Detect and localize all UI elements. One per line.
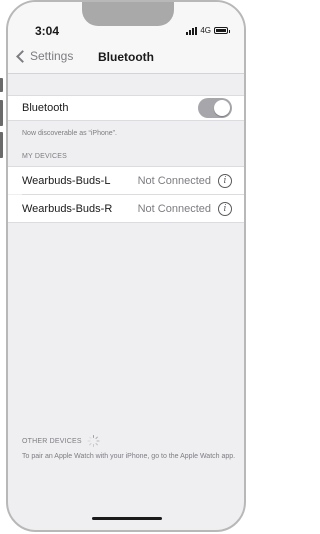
mute-switch	[0, 78, 3, 92]
home-indicator[interactable]	[92, 517, 162, 520]
device-name: Wearbuds-Buds-R	[22, 202, 113, 215]
phone-frame: 3:04 4G Settings Bluetooth Bluetooth Now…	[6, 0, 246, 532]
device-status: Not Connected	[137, 202, 211, 215]
status-indicators: 4G	[186, 26, 230, 35]
info-icon[interactable]: i	[218, 173, 232, 188]
apple-watch-footnote: To pair an Apple Watch with your iPhone,…	[22, 453, 236, 460]
spinner-icon	[87, 435, 100, 447]
bluetooth-row: Bluetooth	[8, 95, 244, 121]
bluetooth-label: Bluetooth	[22, 102, 69, 114]
discoverable-text: Now discoverable as “iPhone”.	[22, 130, 117, 137]
device-row-wearbuds-buds-l[interactable]: Wearbuds-Buds-L Not Connected i	[8, 166, 244, 194]
status-time: 3:04	[35, 24, 60, 38]
volume-up-button	[0, 100, 3, 126]
other-devices-header: OTHER DEVICES	[22, 437, 82, 445]
signal-icon	[186, 26, 198, 35]
notch	[82, 2, 174, 26]
other-devices-header-row: OTHER DEVICES	[22, 435, 100, 447]
volume-down-button	[0, 132, 3, 158]
battery-icon	[214, 27, 230, 34]
bluetooth-toggle[interactable]	[198, 98, 232, 118]
device-name: Wearbuds-Buds-L	[22, 174, 111, 187]
page-title: Bluetooth	[98, 50, 154, 64]
network-label: 4G	[200, 26, 211, 35]
device-status: Not Connected	[137, 174, 211, 187]
toggle-knob	[214, 100, 230, 116]
nav-bar: Settings Bluetooth	[8, 38, 244, 74]
info-icon[interactable]: i	[218, 201, 232, 216]
device-row-wearbuds-buds-r[interactable]: Wearbuds-Buds-R Not Connected i	[8, 195, 244, 223]
my-devices-header: MY DEVICES	[22, 153, 68, 160]
